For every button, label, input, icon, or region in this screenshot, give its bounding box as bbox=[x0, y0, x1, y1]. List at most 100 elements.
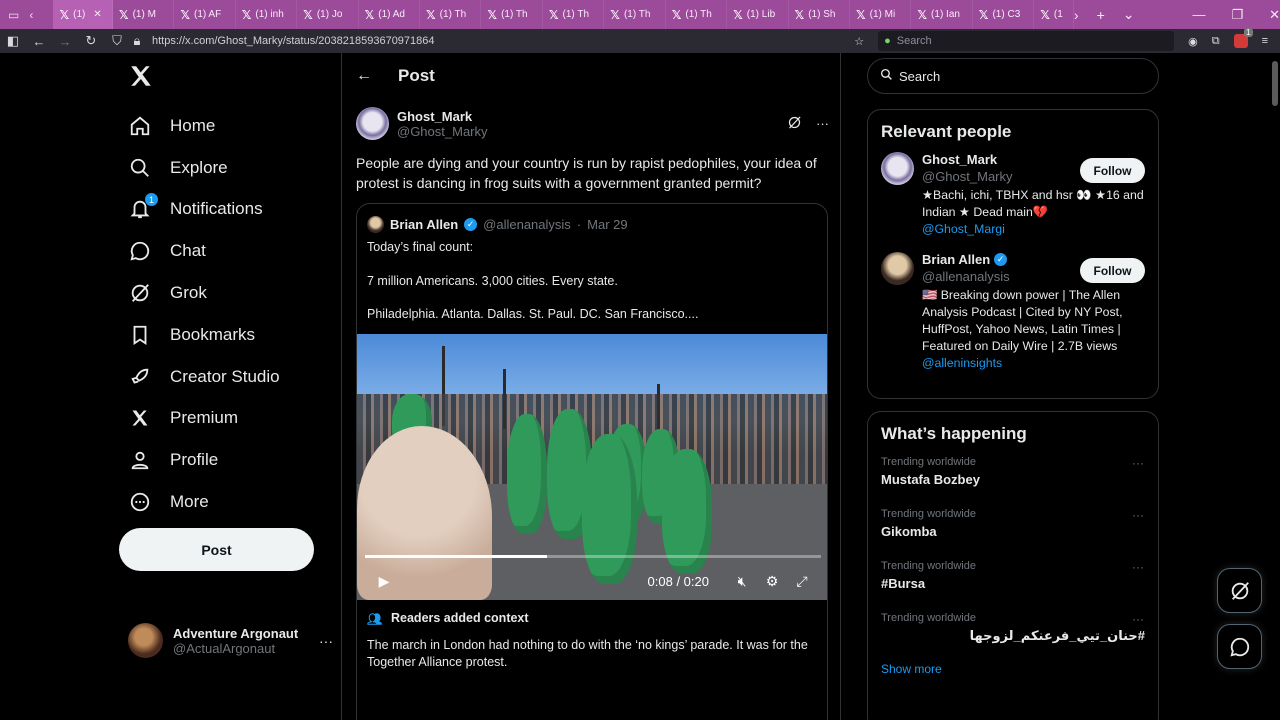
more-dots-icon[interactable]: ··· bbox=[1132, 508, 1144, 522]
grok-floating-button[interactable] bbox=[1217, 568, 1262, 613]
follow-button[interactable]: Follow bbox=[1080, 258, 1145, 283]
tab-controls-left: ▭ ‹ bbox=[0, 0, 53, 29]
person-card[interactable]: Brian Allen ✓ @allenanalysis 🇺🇸 Breaking … bbox=[868, 252, 1158, 372]
post-button[interactable]: Post bbox=[119, 528, 314, 571]
nav-label: Bookmarks bbox=[170, 324, 256, 344]
nav-more[interactable]: More bbox=[128, 481, 280, 523]
follow-button[interactable]: Follow bbox=[1080, 158, 1145, 183]
menu-icon[interactable]: ≡ bbox=[1262, 35, 1268, 47]
quoted-post[interactable]: Brian Allen ✓ @allenanalysis · Mar 29 To… bbox=[356, 203, 828, 720]
browser-tab[interactable]: 𝕏 (1) Th bbox=[543, 0, 605, 29]
author-name[interactable]: Ghost_Mark bbox=[397, 109, 488, 124]
video-progress-bar[interactable] bbox=[365, 555, 821, 558]
more-dots-icon[interactable]: ··· bbox=[1132, 560, 1144, 574]
nav-bookmarks[interactable]: Bookmarks bbox=[128, 314, 280, 356]
browser-tab[interactable]: 𝕏 (1) C3 bbox=[973, 0, 1035, 29]
more-dots-icon[interactable]: ··· bbox=[1132, 612, 1144, 626]
minimize-icon[interactable]: — bbox=[1192, 7, 1205, 23]
account-switcher[interactable]: Adventure Argonaut @ActualArgonaut ··· bbox=[128, 623, 333, 658]
scroll-tabs-left-icon[interactable]: ‹ bbox=[29, 8, 33, 22]
x-logo-icon: 𝕏 bbox=[548, 7, 559, 22]
page-scrollbar[interactable] bbox=[1272, 61, 1278, 106]
tab-label: (1) Th bbox=[439, 9, 467, 20]
tab-label: (1) Ad bbox=[378, 9, 405, 20]
video-player[interactable]: ▶ 0:08 / 0:20 🔇︎ ⚙ ⤢ bbox=[357, 334, 827, 600]
person-icon bbox=[128, 448, 152, 472]
url-field[interactable]: https://x.com/Ghost_Marky/status/2038218… bbox=[152, 35, 435, 47]
gear-icon[interactable]: ⚙ bbox=[757, 573, 787, 590]
quote-author-handle: @allenanalysis bbox=[483, 217, 571, 232]
browser-tab[interactable]: 𝕏 (1) Th bbox=[481, 0, 543, 29]
x-logo-icon[interactable] bbox=[128, 63, 156, 91]
scroll-tabs-right-icon[interactable]: › bbox=[1074, 7, 1079, 23]
show-more-link[interactable]: Show more bbox=[868, 662, 1158, 676]
nav-creator-studio[interactable]: Creator Studio bbox=[128, 356, 280, 398]
browser-search-field[interactable]: ● Search bbox=[878, 31, 1175, 51]
tab-list-chevron-down-icon[interactable]: ⌄ bbox=[1123, 6, 1135, 23]
trend-meta: Trending worldwide bbox=[881, 508, 976, 520]
shield-icon[interactable]: ⛉ bbox=[104, 33, 130, 49]
extensions-icon[interactable]: ⧉ bbox=[1212, 35, 1220, 48]
browser-tab[interactable]: 𝕏 (1) AF bbox=[174, 0, 236, 29]
x-logo-icon: 𝕏 bbox=[1040, 7, 1050, 22]
more-dots-icon[interactable]: ··· bbox=[816, 116, 829, 131]
tab-label: (1) M bbox=[132, 9, 156, 20]
author-handle[interactable]: @Ghost_Marky bbox=[397, 124, 488, 139]
person-card[interactable]: Ghost_Mark @Ghost_Marky ★Bachi, ichi, TB… bbox=[868, 152, 1158, 238]
new-tab-icon[interactable]: + bbox=[1097, 7, 1105, 23]
avatar[interactable] bbox=[356, 107, 389, 140]
bio-link[interactable]: @alleninsights bbox=[922, 356, 1002, 370]
verified-badge-icon: ✓ bbox=[464, 218, 478, 231]
trend-item[interactable]: Trending worldwide Mustafa Bozbey ··· bbox=[868, 454, 1158, 506]
tab-overview-icon[interactable]: ▭ bbox=[8, 8, 19, 22]
bio-link[interactable]: @Ghost_Margi bbox=[922, 222, 1005, 236]
tab-label: (1) Th bbox=[623, 9, 651, 20]
window-close-icon[interactable]: ✕ bbox=[1269, 7, 1280, 23]
browser-tab[interactable]: 𝕏 (1) Ian bbox=[911, 0, 973, 29]
relevant-people-panel: Relevant people Ghost_Mark @Ghost_Marky … bbox=[867, 109, 1159, 399]
ublock-extension-icon[interactable]: 1 bbox=[1233, 28, 1253, 48]
browser-tab[interactable]: 𝕏 (1) Th bbox=[666, 0, 728, 29]
browser-tab[interactable]: 𝕏 (1) Th bbox=[420, 0, 482, 29]
browser-tab[interactable]: 𝕏 (1) inh bbox=[236, 0, 298, 29]
browser-tab[interactable]: 𝕏 (1) Ad bbox=[359, 0, 420, 29]
fullscreen-icon[interactable]: ⤢ bbox=[787, 573, 817, 590]
chat-floating-button[interactable] bbox=[1217, 624, 1262, 669]
restore-icon[interactable]: ❐ bbox=[1231, 7, 1243, 23]
more-dots-icon[interactable]: ··· bbox=[1132, 456, 1144, 470]
bookmark-star-icon[interactable]: ☆ bbox=[854, 35, 864, 48]
browser-tab[interactable]: 𝕏 (1) Mi bbox=[850, 0, 912, 29]
reload-icon[interactable]: ↻ bbox=[78, 33, 104, 49]
play-icon[interactable]: ▶ bbox=[369, 573, 399, 590]
trend-item[interactable]: Trending worldwide Gikomba ··· bbox=[868, 506, 1158, 558]
nav-premium[interactable]: Premium bbox=[128, 398, 280, 440]
forward-icon[interactable]: → bbox=[52, 34, 78, 49]
browser-tab[interactable]: 𝕏 (1) Th bbox=[604, 0, 666, 29]
nav-explore[interactable]: Explore bbox=[128, 147, 280, 189]
nav-profile[interactable]: Profile bbox=[128, 439, 280, 481]
mute-icon[interactable]: 🔇︎ bbox=[727, 573, 757, 590]
account-icon[interactable]: ◉ bbox=[1188, 35, 1198, 48]
nav-grok[interactable]: Grok bbox=[128, 272, 280, 314]
close-tab-icon[interactable]: ✕ bbox=[93, 9, 101, 20]
nav-chat[interactable]: Chat bbox=[128, 230, 280, 272]
back-arrow-icon[interactable]: ← bbox=[356, 67, 372, 85]
trend-item[interactable]: Trending worldwide #Bursa ··· bbox=[868, 558, 1158, 610]
trend-item[interactable]: Trending worldwide #حنان_تيي_فرعنكم_لزوج… bbox=[868, 610, 1158, 662]
people-icon: 👥︎ bbox=[367, 612, 383, 626]
tab-label: (1 bbox=[1053, 9, 1063, 20]
more-dots-icon[interactable]: ··· bbox=[319, 633, 333, 649]
browser-tab[interactable]: 𝕏 (1) Sh bbox=[789, 0, 850, 29]
back-icon[interactable]: ← bbox=[26, 34, 52, 49]
grok-icon[interactable] bbox=[787, 115, 802, 133]
nav-notifications[interactable]: 1 Notifications bbox=[128, 189, 280, 231]
browser-tab[interactable]: 𝕏 (1) M bbox=[113, 0, 175, 29]
nav-home[interactable]: Home bbox=[128, 105, 280, 147]
browser-tab[interactable]: 𝕏 (1) Jo bbox=[297, 0, 359, 29]
browser-tab-active[interactable]: 𝕏 (1) ✕ bbox=[53, 0, 113, 29]
sidebar-toggle-icon[interactable]: ◧ bbox=[0, 33, 26, 49]
search-input[interactable]: Search bbox=[867, 58, 1159, 94]
x-logo-icon: 𝕏 bbox=[794, 7, 805, 22]
browser-tab[interactable]: 𝕏 (1 bbox=[1034, 0, 1074, 29]
browser-tab[interactable]: 𝕏 (1) Lib bbox=[727, 0, 789, 29]
